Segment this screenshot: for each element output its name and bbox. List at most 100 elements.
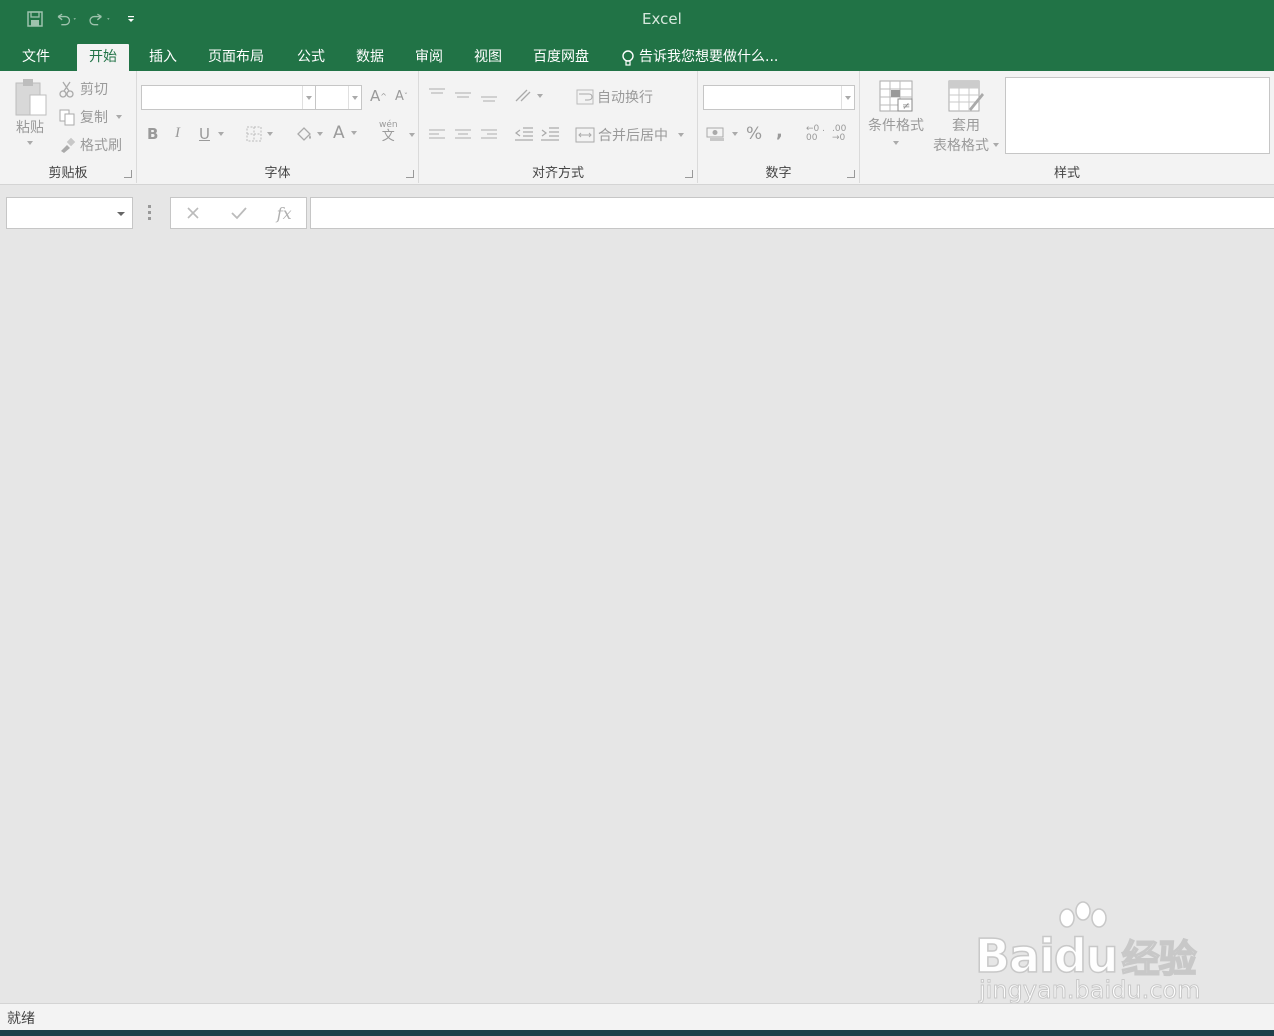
chevron-down-icon [267, 132, 273, 136]
tell-me-text: 告诉我您想要做什么... [639, 49, 779, 65]
wrap-text-button[interactable]: 自动换行 [575, 87, 653, 107]
chevron-down-icon [317, 132, 323, 136]
chevron-down-icon [537, 94, 543, 98]
dialog-launcher-icon[interactable] [124, 170, 132, 178]
align-middle-icon[interactable] [453, 87, 473, 103]
table-format-label-1: 套用 [952, 118, 980, 134]
splitter-handle[interactable] [148, 205, 152, 221]
shrink-font-button[interactable]: Aˇ [395, 89, 408, 104]
fill-color-button[interactable] [295, 125, 323, 143]
grow-font-icon: A [370, 87, 381, 105]
underline-button[interactable]: U [199, 125, 224, 143]
align-bottom-icon[interactable] [479, 87, 499, 103]
clipboard-group: 粘贴 剪切 复制 格式刷 剪贴板 [0, 71, 137, 183]
conditional-format-icon: ≠ [879, 80, 913, 112]
cut-button[interactable]: 剪切 [58, 79, 108, 99]
percent-button[interactable]: % [746, 124, 762, 144]
font-name-combo[interactable] [141, 85, 316, 110]
wrap-text-label: 自动换行 [597, 90, 653, 106]
tab-insert[interactable]: 插入 [137, 44, 189, 71]
formula-buttons: fx [170, 197, 307, 229]
tab-review[interactable]: 审阅 [403, 44, 455, 71]
title-bar: Excel [0, 0, 1274, 40]
ribbon-tabs: 文件 开始 插入 页面布局 公式 数据 审阅 视图 百度网盘 告诉我您想要做什么… [0, 40, 1274, 71]
underline-icon: U [199, 125, 210, 143]
name-box[interactable] [6, 197, 133, 229]
align-right-icon[interactable] [479, 127, 499, 143]
tab-file[interactable]: 文件 [10, 44, 62, 71]
font-group: A ^ Aˇ B I U A wén 文 字体 [137, 71, 419, 183]
increase-decimal-button[interactable]: ←0 .00 [806, 125, 828, 143]
format-painter-label: 格式刷 [80, 138, 122, 154]
tab-home[interactable]: 开始 [77, 44, 129, 71]
alignment-group: 自动换行 合并后居中 对齐方式 [419, 71, 698, 183]
chevron-down-icon[interactable] [348, 86, 361, 109]
chevron-down-icon [116, 115, 122, 119]
copy-button[interactable]: 复制 [58, 107, 122, 127]
baidu-watermark: Baidu 经验 jingyan.baidu.com [974, 898, 1210, 1008]
phonetic-char: 文 [381, 129, 395, 144]
taskbar-strip [0, 1030, 1274, 1036]
decrease-decimal-button[interactable]: .00 →0 [832, 125, 854, 143]
font-color-button[interactable]: A [333, 123, 357, 143]
grow-font-button[interactable]: A ^ [370, 87, 387, 105]
chevron-down-icon[interactable] [841, 86, 854, 109]
wrap-text-icon [576, 89, 594, 105]
bold-button[interactable]: B [147, 125, 158, 143]
orientation-button[interactable] [513, 87, 543, 105]
borders-icon [246, 126, 262, 142]
accounting-format-button[interactable] [706, 125, 738, 143]
align-top-icon[interactable] [427, 87, 447, 103]
borders-button[interactable] [245, 125, 273, 143]
formula-input[interactable] [310, 197, 1274, 229]
cut-label: 剪切 [80, 82, 108, 98]
number-format-combo[interactable] [703, 85, 855, 110]
tell-me-search[interactable]: 告诉我您想要做什么... [621, 44, 778, 71]
chevron-down-icon [732, 132, 738, 136]
increase-indent-icon[interactable] [539, 125, 561, 143]
format-as-table-button[interactable]: 套用 表格格式 [930, 79, 1002, 155]
dialog-launcher-icon[interactable] [406, 170, 414, 178]
cell-styles-gallery[interactable] [1005, 77, 1270, 154]
brand-b: du [1053, 928, 1119, 984]
merge-cells-icon [575, 127, 595, 143]
dialog-launcher-icon[interactable] [685, 170, 693, 178]
conditional-format-button[interactable]: ≠ 条件格式 [864, 79, 928, 145]
number-group-label: 数字 [765, 166, 792, 181]
chevron-down-icon [217, 132, 224, 136]
conditional-format-label: 条件格式 [868, 118, 924, 134]
insert-function-button[interactable]: fx [277, 204, 292, 223]
status-bar: 就绪 [0, 1003, 1274, 1030]
paint-bucket-icon [297, 127, 311, 141]
italic-button[interactable]: I [175, 125, 180, 142]
formula-bar: fx [0, 185, 1274, 241]
cancel-icon[interactable] [185, 205, 201, 221]
scissors-icon [59, 81, 74, 98]
copy-icon [59, 109, 75, 126]
chevron-down-icon[interactable] [409, 133, 415, 137]
align-left-icon[interactable] [427, 127, 447, 143]
styles-group-label: 样式 [1053, 166, 1080, 181]
ribbon: 粘贴 剪切 复制 格式刷 剪贴板 A ^ A ˇ B I U A wén 文 字… [0, 71, 1274, 185]
font-size-combo[interactable] [315, 85, 362, 110]
phonetic-button[interactable]: wén 文 [379, 121, 398, 144]
enter-check-icon[interactable] [230, 205, 248, 221]
merge-center-label: 合并后居中 [598, 128, 668, 144]
format-painter-button[interactable]: 格式刷 [58, 135, 122, 155]
tab-view[interactable]: 视图 [462, 44, 514, 71]
tab-page-layout[interactable]: 页面布局 [196, 44, 276, 71]
merge-center-button[interactable]: 合并后居中 [575, 125, 684, 145]
paste-button[interactable]: 粘贴 [10, 77, 50, 145]
comma-style-button[interactable]: , [776, 121, 783, 142]
tab-data[interactable]: 数据 [344, 44, 396, 71]
chevron-down-icon[interactable] [302, 86, 315, 109]
tab-baidu-netdisk[interactable]: 百度网盘 [521, 44, 601, 71]
tab-formulas[interactable]: 公式 [285, 44, 337, 71]
chevron-down-icon [893, 141, 899, 145]
align-center-icon[interactable] [453, 127, 473, 143]
chevron-down-icon [27, 141, 33, 145]
paste-icon [15, 79, 47, 116]
dialog-launcher-icon[interactable] [847, 170, 855, 178]
decrease-indent-icon[interactable] [513, 125, 535, 143]
number-group: % , ←0 .00 .00 →0 数字 [698, 71, 860, 183]
